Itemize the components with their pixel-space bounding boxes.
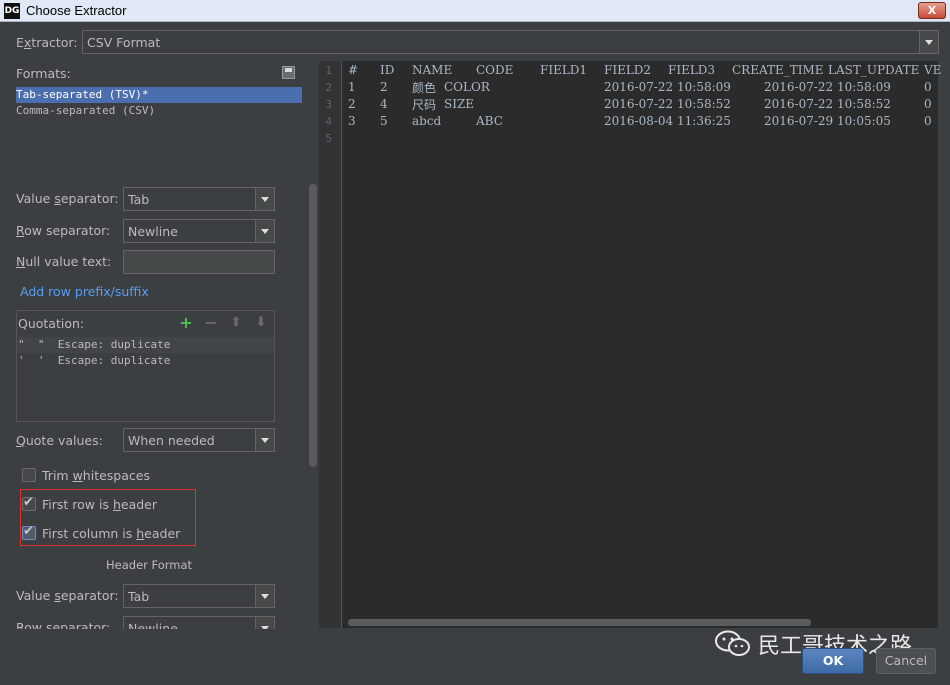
first-column-header-checkbox[interactable] [22, 524, 36, 540]
settings-scrollbar[interactable] [309, 184, 317, 467]
header-value-separator-label: Value separator: [16, 588, 119, 603]
chevron-down-icon [255, 188, 274, 210]
clipped-row: Row separator: Newline [0, 614, 318, 629]
extractor-label: Extractor: [16, 35, 78, 50]
preview-cell: 0 [924, 114, 932, 128]
row-separator-value: Newline [128, 224, 178, 239]
null-value-input[interactable] [123, 250, 275, 274]
preview-cell: 尺码 [412, 98, 437, 112]
preview-cell: FIELD2 [604, 63, 652, 77]
quotation-toolbar: Quotation: + − ⬆ ⬇ [17, 311, 274, 335]
quote-values-select[interactable]: When needed [123, 428, 275, 452]
title-bar: DG Choose Extractor X [0, 0, 950, 22]
quotation-row[interactable]: " " Escape: duplicate [17, 337, 274, 353]
preview-cell: ABC [476, 114, 503, 128]
preview-cell: 2 [348, 97, 356, 111]
format-item-tsv[interactable]: Tab-separated (TSV)* [16, 87, 302, 103]
first-row-header-label: First row is header [42, 497, 158, 512]
header-value-separator-select[interactable]: Tab [123, 584, 275, 608]
preview-cell: abcd [412, 114, 442, 128]
header-value-separator-value: Tab [128, 589, 150, 604]
formats-list[interactable]: Tab-separated (TSV)* Comma-separated (CS… [16, 87, 302, 177]
preview-cell: VE [924, 63, 942, 77]
close-button[interactable]: X [918, 2, 946, 19]
preview-cell: ID [380, 63, 395, 77]
preview-content: # ID NAME CODE FIELD1 FIELD2 FIELD3 CREA… [319, 61, 942, 628]
preview-cell: 2016-07-22 10:58:09 [764, 80, 891, 94]
preview-cell: COLOR [444, 80, 490, 94]
header-row-separator-value: Newline [128, 621, 178, 629]
remove-icon[interactable]: − [203, 315, 219, 331]
datagrip-app-icon: DG [4, 3, 20, 19]
save-icon[interactable] [282, 66, 295, 79]
window-title: Choose Extractor [26, 3, 127, 18]
quote-values-label: Quote values: [16, 433, 103, 448]
preview-cell: 2016-08-04 11:36:25 [604, 114, 731, 128]
chevron-down-icon [919, 31, 938, 53]
preview-cell: 0 [924, 97, 932, 111]
preview-cell: 0 [924, 80, 932, 94]
preview-cell: 3 [348, 114, 356, 128]
preview-cell: 2016-07-22 10:58:09 [604, 80, 731, 94]
preview-editor[interactable]: 1 2 3 4 5 # ID NAME CODE FIELD1 FIELD2 F… [319, 61, 942, 628]
trim-whitespaces-checkbox[interactable] [22, 468, 36, 482]
wechat-icon [715, 630, 750, 656]
format-item-csv[interactable]: Comma-separated (CSV) [16, 103, 302, 119]
header-row-separator-select[interactable]: Newline [123, 616, 275, 629]
quotation-panel: Quotation: + − ⬆ ⬇ " " Escape: duplicate… [16, 310, 275, 422]
header-row-separator-label: Row separator: [16, 620, 111, 629]
preview-cell: CODE [476, 63, 514, 77]
trim-whitespaces-label: Trim whitespaces [42, 468, 150, 483]
add-row-prefix-link[interactable]: Add row prefix/suffix [20, 284, 149, 299]
preview-cell: CREATE_TIME [732, 63, 824, 77]
chevron-down-icon [255, 585, 274, 607]
value-separator-select[interactable]: Tab [123, 187, 275, 211]
add-icon[interactable]: + [178, 315, 194, 331]
move-down-icon[interactable]: ⬇ [253, 315, 269, 331]
preview-cell: # [348, 63, 359, 77]
preview-cell: 2016-07-22 10:58:52 [764, 97, 891, 111]
preview-cell: NAME [412, 63, 453, 77]
preview-cell: 4 [380, 97, 388, 111]
formats-label: Formats: [16, 66, 71, 81]
value-separator-label: Value separator: [16, 191, 119, 206]
chevron-down-icon [255, 617, 274, 629]
header-format-title: Header Format [106, 558, 193, 572]
extractor-value: CSV Format [87, 35, 161, 50]
quotation-row[interactable]: ' ' Escape: duplicate [17, 353, 274, 369]
first-column-header-label: First column is header [42, 526, 181, 541]
value-separator-value: Tab [128, 192, 150, 207]
preview-cell: 2016-07-29 10:05:05 [764, 114, 891, 128]
preview-cell: 颜色 [412, 81, 437, 95]
preview-cell: 5 [380, 114, 388, 128]
preview-cell: 2016-07-22 10:58:52 [604, 97, 731, 111]
chevron-down-icon [255, 429, 274, 451]
preview-cell: SIZE [444, 97, 475, 111]
preview-cell: LAST_UPDATE [828, 63, 920, 77]
preview-cell: FIELD3 [668, 63, 716, 77]
move-up-icon[interactable]: ⬆ [228, 315, 244, 331]
row-separator-label: Row separator: [16, 223, 111, 238]
preview-horizontal-scrollbar[interactable] [348, 619, 811, 626]
first-row-header-checkbox[interactable] [22, 495, 36, 511]
extractor-select[interactable]: CSV Format [82, 30, 939, 54]
preview-cell: 1 [348, 80, 356, 94]
null-value-label: Null value text: [16, 254, 112, 269]
quote-values-value: When needed [128, 433, 215, 448]
quotation-label: Quotation: [18, 316, 85, 331]
row-separator-select[interactable]: Newline [123, 219, 275, 243]
chevron-down-icon [255, 220, 274, 242]
cancel-button[interactable]: Cancel [876, 648, 936, 674]
preview-cell: 2 [380, 80, 388, 94]
preview-cell: FIELD1 [540, 63, 588, 77]
ok-button[interactable]: OK [802, 648, 864, 674]
